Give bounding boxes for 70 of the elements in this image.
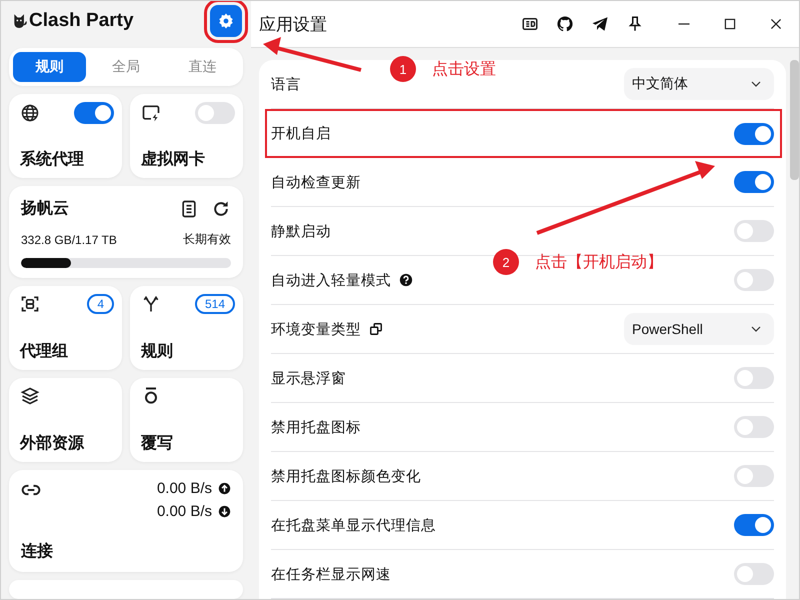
profile-card[interactable]: 扬帆云 332.8 GB/1.17 TB 长期有效	[9, 186, 243, 278]
setting-label: 环境变量类型	[271, 320, 361, 338]
toggle-switch[interactable]	[734, 171, 774, 193]
toggle-switch[interactable]	[734, 514, 774, 536]
setting-label: 静默启动	[271, 222, 331, 240]
page-title: 应用设置	[259, 14, 327, 36]
setting-label: 自动进入轻量模式	[271, 272, 391, 290]
toggle-switch[interactable]	[734, 563, 774, 585]
annotation-text: 点击【开机启动】	[535, 252, 663, 272]
nav-card[interactable]: 4 代理组	[9, 286, 122, 370]
card-label: 系统代理	[20, 149, 85, 170]
settings-icon	[217, 12, 235, 30]
setting-label: 开机自启	[271, 124, 331, 143]
download-arrow-icon	[218, 505, 231, 518]
card-label: 连接	[21, 541, 54, 562]
toggle-switch[interactable]	[195, 102, 235, 124]
setting-label: 显示悬浮窗	[271, 370, 346, 388]
github-icon[interactable]	[556, 15, 574, 33]
card-label: 虚拟网卡	[141, 149, 206, 170]
upload-arrow-icon	[218, 482, 231, 496]
toggle-switch[interactable]	[734, 367, 774, 389]
profile-name: 扬帆云	[21, 198, 70, 220]
layers-icon	[20, 386, 40, 406]
help-icon[interactable]	[399, 273, 413, 287]
dropdown[interactable]: 中文简体	[624, 68, 774, 100]
setting-label: 在托盘菜单显示代理信息	[271, 516, 436, 534]
nav-card[interactable]: 外部资源	[9, 378, 122, 462]
toggle-switch[interactable]	[734, 465, 774, 487]
id-card-icon[interactable]	[521, 15, 539, 33]
toggle-switch[interactable]	[734, 416, 774, 438]
download-speed: 0.00 B/s	[156, 503, 212, 520]
setting-label: 自动检查更新	[271, 174, 361, 192]
usage-text: 332.8 GB/1.17 TB	[21, 232, 117, 247]
mode-tab[interactable]: 直连	[166, 52, 240, 82]
upload-speed: 0.00 B/s	[156, 480, 212, 498]
pin-icon[interactable]	[626, 15, 644, 33]
expiry-text: 长期有效	[183, 231, 231, 248]
setting-label: 在任务栏显示网速	[271, 566, 391, 584]
group-icon	[20, 294, 40, 314]
copy-icon[interactable]	[369, 322, 383, 336]
scrollbar-thumb[interactable]	[790, 60, 799, 180]
switch-card[interactable]: 系统代理	[9, 94, 122, 178]
toggle-switch[interactable]	[734, 220, 774, 242]
fork-icon	[141, 294, 161, 314]
toggle-switch[interactable]	[74, 102, 114, 124]
settings-button[interactable]	[210, 4, 242, 37]
card-label: 外部资源	[20, 433, 86, 454]
toggle-switch[interactable]	[734, 269, 774, 291]
setting-label: 禁用托盘图标颜色变化	[271, 468, 421, 486]
globe-icon	[20, 103, 40, 124]
setting-label: 语言	[271, 76, 301, 94]
card-label: 规则	[141, 342, 174, 362]
mode-tab[interactable]: 规则	[13, 52, 86, 82]
card-label: 代理组	[20, 342, 69, 362]
switch-card[interactable]: 虚拟网卡	[130, 94, 243, 178]
nav-card[interactable]: 514 规则	[130, 286, 243, 370]
network-card-icon	[141, 103, 161, 124]
annotation-text: 点击设置	[432, 60, 496, 80]
count-badge: 514	[194, 294, 235, 314]
setting-label: 禁用托盘图标	[271, 418, 361, 436]
nav-card[interactable]: 覆写	[130, 378, 243, 462]
cat-logo-icon	[13, 12, 27, 30]
dropdown[interactable]: PowerShell	[624, 313, 774, 345]
paper-plane-icon[interactable]	[591, 15, 609, 33]
connections-card[interactable]: 0.00 B/s 0.00 B/s 连接	[9, 470, 243, 572]
app-name: Clash Party	[29, 10, 135, 32]
toggle-switch[interactable]	[734, 122, 774, 144]
mode-tab[interactable]: 全局	[90, 52, 162, 82]
card-label: 覆写	[141, 434, 174, 454]
count-badge: 4	[87, 294, 114, 314]
